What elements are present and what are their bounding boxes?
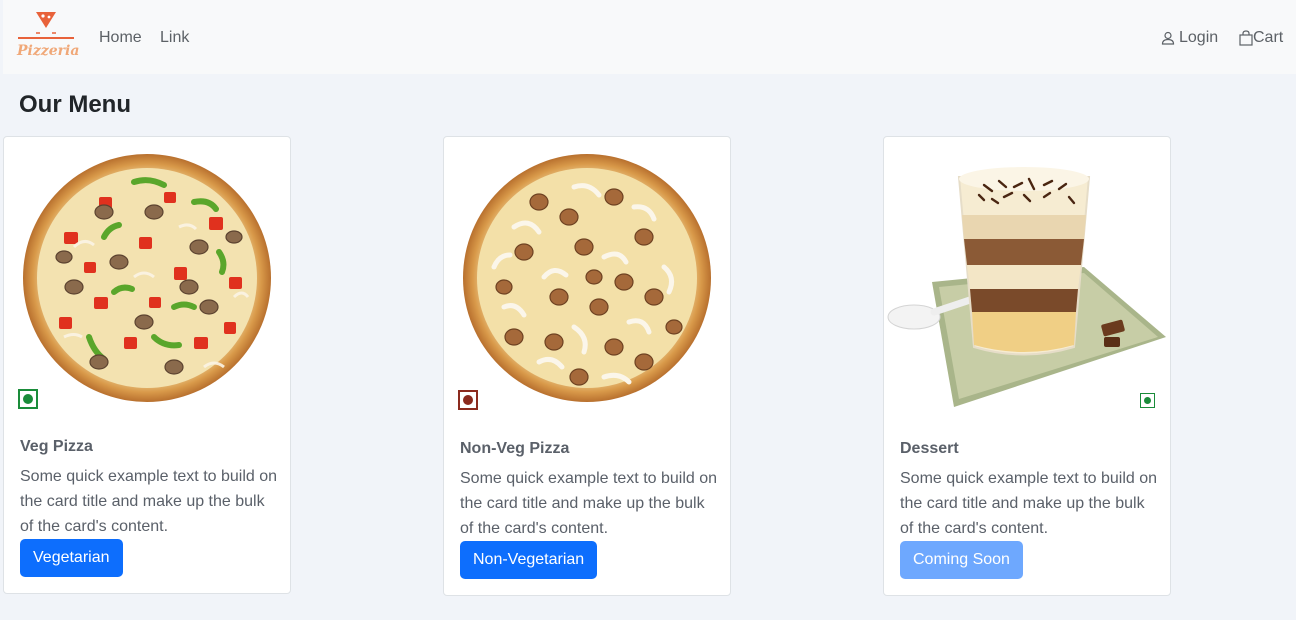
non-veg-pizza-image xyxy=(463,154,711,402)
card-title: Non-Veg Pizza xyxy=(460,440,570,457)
page-title: Our Menu xyxy=(19,91,131,118)
card-title: Dessert xyxy=(900,440,959,457)
non-veg-indicator-icon xyxy=(458,390,478,410)
card-text: Some quick example text to build on the … xyxy=(20,468,278,535)
user-icon xyxy=(1161,31,1175,45)
veg-pizza-image xyxy=(23,154,271,402)
dessert-image xyxy=(887,167,1166,407)
login-label: Login xyxy=(1179,29,1219,46)
nav-link-link[interactable]: Link xyxy=(160,28,189,48)
cart-button[interactable]: Cart xyxy=(1239,28,1283,48)
card-text: Some quick example text to build on the … xyxy=(900,470,1158,537)
card-text: Some quick example text to build on the … xyxy=(460,470,718,537)
non-vegetarian-button[interactable]: Non-Vegetarian xyxy=(460,541,598,579)
menu-card-dessert: Dessert Some quick example text to build… xyxy=(883,136,1171,596)
navbar: Pizzeria Home Link Login Cart xyxy=(3,0,1296,74)
veg-indicator-icon xyxy=(18,389,38,409)
nav-home-link[interactable]: Home xyxy=(99,28,142,48)
login-button[interactable]: Login xyxy=(1161,28,1218,48)
card-title: Veg Pizza xyxy=(20,438,93,455)
vegetarian-button[interactable]: Vegetarian xyxy=(20,539,123,577)
shopping-bag-icon xyxy=(1239,30,1253,46)
veg-indicator-icon xyxy=(1140,393,1155,408)
menu-card-non-veg-pizza: Non-Veg Pizza Some quick example text to… xyxy=(443,136,731,596)
cart-label: Cart xyxy=(1253,29,1284,46)
brand-logo[interactable]: Pizzeria xyxy=(14,10,80,64)
coming-soon-button[interactable]: Coming Soon xyxy=(900,541,1023,579)
brand-name: Pizzeria xyxy=(17,43,80,59)
menu-card-veg-pizza: Veg Pizza Some quick example text to bui… xyxy=(3,136,291,594)
